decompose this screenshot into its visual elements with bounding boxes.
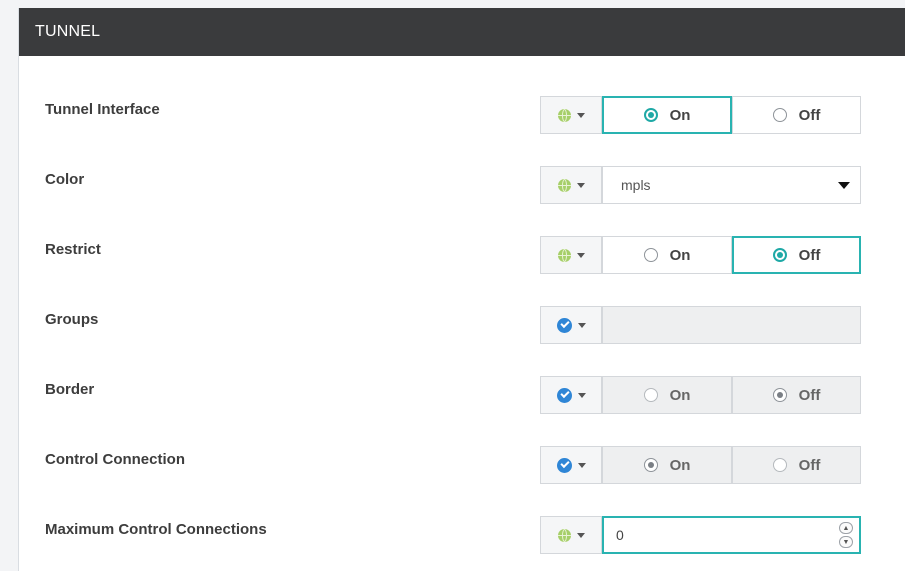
scope-dropdown[interactable] [540, 516, 602, 554]
check-icon [556, 317, 572, 333]
restrict-row: Restrict On Off [19, 236, 905, 276]
scope-dropdown[interactable] [540, 166, 602, 204]
tunnel-interface-label: Tunnel Interface [45, 101, 160, 118]
dropdown-arrow-icon [838, 181, 850, 189]
control-connection-label: Control Connection [45, 451, 185, 468]
border-row: Border On Off [19, 376, 905, 416]
color-row: Color mpls [19, 166, 905, 206]
scope-dropdown[interactable] [540, 96, 602, 134]
groups-row: Groups [19, 306, 905, 346]
option-label: On [669, 386, 691, 404]
tunnel-interface-off-option[interactable]: Off [732, 96, 861, 134]
radio-selected-icon [772, 248, 787, 262]
globe-icon [557, 528, 571, 542]
caret-down-icon [577, 322, 586, 328]
number-value: 0 [616, 527, 624, 543]
spinner-up-icon[interactable]: ▲ [839, 522, 853, 534]
check-icon [556, 387, 572, 403]
number-spinner[interactable]: ▲ ▼ [839, 522, 853, 548]
restrict-off-option[interactable]: Off [732, 236, 861, 274]
scope-dropdown[interactable] [540, 376, 602, 414]
spinner-down-icon[interactable]: ▼ [839, 536, 853, 548]
radio-icon [643, 388, 658, 402]
caret-down-icon [576, 252, 585, 258]
option-label: Off [798, 246, 821, 264]
restrict-on-option[interactable]: On [602, 236, 732, 274]
option-label: On [669, 246, 691, 264]
radio-selected-icon [772, 388, 787, 402]
restrict-label: Restrict [45, 241, 101, 258]
border-label: Border [45, 381, 95, 398]
option-label: Off [798, 456, 821, 474]
control-connection-on-option[interactable]: On [602, 446, 732, 484]
caret-down-icon [576, 532, 585, 538]
caret-down-icon [577, 392, 586, 398]
radio-selected-icon [643, 458, 658, 472]
color-select[interactable]: mpls [602, 166, 861, 204]
max-control-connections-input[interactable]: 0 ▲ ▼ [602, 516, 861, 554]
tunnel-interface-row: Tunnel Interface On Off [19, 96, 905, 136]
option-label: Off [798, 106, 821, 124]
scope-dropdown[interactable] [540, 306, 602, 344]
max-control-connections-row: Maximum Control Connections 0 ▲ ▼ [19, 516, 905, 556]
option-label: Off [798, 386, 821, 404]
section-header: TUNNEL [19, 8, 905, 56]
scope-dropdown[interactable] [540, 446, 602, 484]
control-connection-row: Control Connection On Off [19, 446, 905, 486]
border-off-option[interactable]: Off [732, 376, 861, 414]
caret-down-icon [576, 182, 585, 188]
groups-label: Groups [45, 311, 99, 328]
groups-input[interactable] [602, 306, 861, 344]
globe-icon [557, 108, 571, 122]
control-connection-off-option[interactable]: Off [732, 446, 861, 484]
section-title: TUNNEL [35, 23, 101, 40]
caret-down-icon [576, 112, 585, 118]
scope-dropdown[interactable] [540, 236, 602, 274]
option-label: On [669, 106, 691, 124]
check-icon [556, 457, 572, 473]
radio-icon [772, 108, 787, 122]
radio-selected-icon [643, 108, 658, 122]
option-label: On [669, 456, 691, 474]
color-label: Color [45, 171, 85, 188]
radio-icon [772, 458, 787, 472]
color-select-value: mpls [621, 177, 651, 193]
radio-icon [643, 248, 658, 262]
tunnel-interface-on-option[interactable]: On [602, 96, 732, 134]
border-on-option[interactable]: On [602, 376, 732, 414]
tunnel-panel: TUNNEL Tunnel Interface On Off Color mpl… [18, 8, 905, 571]
caret-down-icon [577, 462, 586, 468]
globe-icon [557, 178, 571, 192]
max-control-connections-label: Maximum Control Connections [45, 521, 267, 538]
globe-icon [557, 248, 571, 262]
